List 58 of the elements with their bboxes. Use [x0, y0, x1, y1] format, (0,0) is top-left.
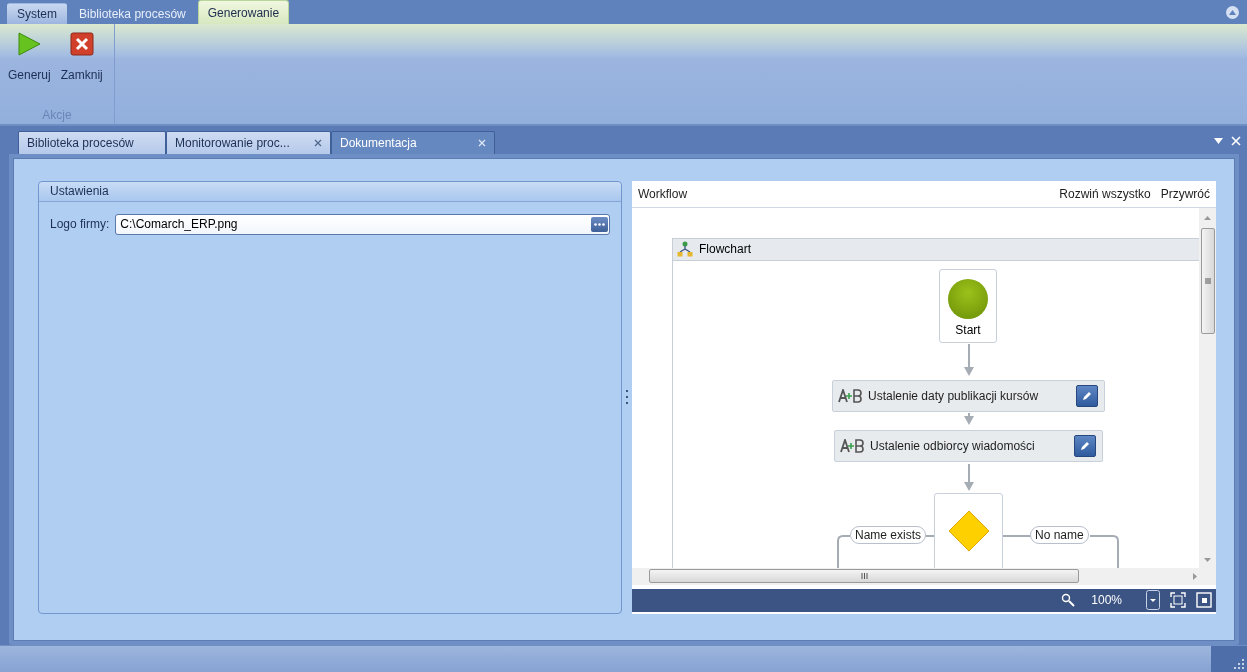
activity-label: Ustalenie odbiorcy wiadomości: [870, 438, 1036, 453]
connector-arrow: [963, 412, 975, 425]
ribbon-button[interactable]: Generuj: [4, 30, 55, 84]
diamond-icon: [947, 509, 990, 552]
collapse-ribbon-icon[interactable]: [1226, 6, 1239, 19]
designer-title: Workflow: [638, 186, 689, 201]
edit-button[interactable]: [1074, 434, 1096, 457]
assign-icon: [840, 438, 864, 453]
activity-node[interactable]: Ustalenie odbiorcy wiadomości: [834, 429, 1103, 462]
logo-path-field[interactable]: C:\Comarch_ERP.png: [115, 213, 610, 235]
resize-grip-icon[interactable]: [1234, 659, 1244, 669]
flowchart-title: Flowchart: [699, 242, 751, 257]
scroll-right-icon[interactable]: [1191, 572, 1199, 580]
panel-title: Ustawienia: [39, 181, 621, 202]
document-tab[interactable]: Biblioteka procesów: [18, 130, 166, 154]
play-icon: [17, 32, 42, 56]
browse-button[interactable]: [591, 216, 608, 232]
fit-to-screen-icon[interactable]: [1170, 592, 1186, 609]
connector-arrow: [963, 463, 975, 491]
document-tab[interactable]: Dokumentacja: [331, 130, 495, 154]
start-icon: [948, 278, 988, 319]
decision-node[interactable]: [934, 492, 1003, 568]
zoom-dropdown-icon[interactable]: [1146, 590, 1160, 611]
horizontal-scrollbar[interactable]: [632, 567, 1216, 585]
branch-label: No name: [1030, 525, 1089, 544]
ribbon-tab[interactable]: System: [7, 3, 67, 24]
activity-label: Ustalenie daty publikacji kursów: [868, 388, 1040, 403]
branch-connector: [1003, 534, 1031, 537]
close-icon[interactable]: [314, 138, 322, 147]
pencil-icon: [1082, 390, 1092, 401]
start-node[interactable]: Start: [939, 268, 997, 343]
dropdown-icon[interactable]: [1214, 137, 1223, 144]
branch-connector: [1090, 534, 1120, 568]
dots-icon: [594, 222, 605, 226]
flowchart-icon: [677, 241, 693, 258]
document-tab[interactable]: Monitorowanie proc...: [166, 130, 331, 154]
zoom-level: 100%: [1091, 593, 1122, 608]
overview-icon[interactable]: [1196, 592, 1212, 609]
designer-link[interactable]: Przywróć: [1160, 186, 1210, 201]
ribbon-tab[interactable]: Generowanie: [197, 0, 290, 24]
scroll-down-icon[interactable]: [1204, 555, 1211, 564]
assign-icon: [838, 388, 862, 403]
pencil-icon: [1080, 440, 1090, 451]
ribbon-button[interactable]: Zamknij: [56, 30, 107, 84]
close-icon: [69, 32, 94, 56]
activity-node[interactable]: Ustalenie daty publikacji kursów: [832, 379, 1105, 412]
branch-connector: [837, 534, 850, 568]
node-label: Start: [955, 322, 981, 337]
branch-label: Name exists: [850, 525, 927, 544]
search-icon[interactable]: [1061, 593, 1076, 608]
vertical-scrollbar[interactable]: [1199, 207, 1216, 568]
designer-link[interactable]: Rozwiń wszystko: [1059, 186, 1151, 201]
field-label: Logo firmy:: [50, 217, 110, 232]
grip-icon: [860, 573, 868, 580]
scroll-up-icon[interactable]: [1204, 213, 1211, 222]
grip-icon: [1204, 277, 1211, 284]
edit-button[interactable]: [1076, 384, 1098, 407]
connector-arrow: [963, 343, 975, 376]
